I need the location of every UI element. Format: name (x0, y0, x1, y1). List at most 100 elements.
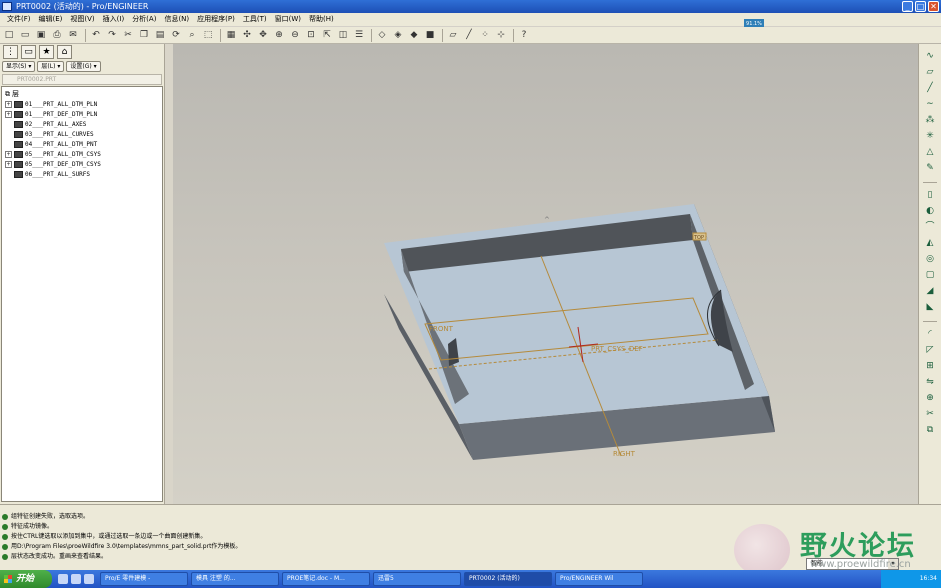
new-icon[interactable]: □ (2, 28, 16, 42)
hidden-line-icon[interactable]: ◈ (391, 28, 405, 42)
refit-icon[interactable]: ⊡ (304, 28, 318, 42)
hole-icon[interactable]: ◎ (924, 253, 937, 266)
layers-icon[interactable]: ☰ (352, 28, 366, 42)
layer-dropdown-button[interactable]: 层(L) ▾ (37, 61, 65, 72)
show-dropdown-button[interactable]: 显示(S) ▾ (2, 61, 36, 72)
menu-analysis[interactable]: 分析(A) (128, 13, 160, 26)
favorites-tab-icon[interactable]: ★ (39, 45, 54, 59)
shell-icon[interactable]: ▢ (924, 269, 937, 282)
open-icon[interactable]: ▭ (18, 28, 32, 42)
tree-item[interactable]: 04___PRT_ALL_DTM_PNT (5, 139, 159, 149)
graphics-viewport[interactable]: PRT_CSYS_DEF FRONT RIGHT TOP ^ (173, 44, 918, 504)
start-button[interactable]: 开始 (0, 570, 52, 588)
chamfer-icon[interactable]: ◸ (924, 344, 937, 357)
find-icon[interactable]: ⌕ (185, 28, 199, 42)
axis-icon[interactable]: ╱ (924, 82, 937, 95)
menu-window[interactable]: 窗口(W) (271, 13, 305, 26)
mirror-icon[interactable]: ⇋ (924, 376, 937, 389)
datum-point-icon[interactable]: ⁘ (478, 28, 492, 42)
menu-view[interactable]: 视图(V) (66, 13, 98, 26)
tree-item[interactable]: 02___PRT_ALL_AXES (5, 119, 159, 129)
sketch-tool-icon[interactable]: ✎ (924, 162, 937, 175)
tree-item[interactable]: 03___PRT_ALL_CURVES (5, 129, 159, 139)
trim-icon[interactable]: ✂ (924, 408, 937, 421)
model-tree-tab-icon[interactable]: ⋮ (3, 45, 18, 59)
menu-edit[interactable]: 编辑(E) (35, 13, 67, 26)
paste-icon[interactable]: ▤ (153, 28, 167, 42)
sweep-icon[interactable]: ⌒ (924, 221, 937, 234)
csys-icon[interactable]: ✳ (924, 130, 937, 143)
select-box-icon[interactable]: ⬚ (201, 28, 215, 42)
tree-item[interactable]: + 01___PRT_DEF_DTM_PLN (5, 109, 159, 119)
expand-icon[interactable]: + (5, 151, 12, 159)
datum-axis-icon[interactable]: ╱ (462, 28, 476, 42)
model-select-field[interactable]: PRT0002.PRT (2, 74, 162, 85)
tree-item[interactable]: 06___PRT_ALL_SURFS (5, 170, 159, 180)
taskbar-task[interactable]: Pro/ENGINEER Wil (555, 572, 643, 586)
tree-item[interactable]: + 05___PRT_ALL_DTM_CSYS (5, 149, 159, 159)
panel-splitter[interactable] (165, 44, 173, 504)
merge-icon[interactable]: ⊕ (924, 392, 937, 405)
rib-icon[interactable]: ◢ (924, 285, 937, 298)
pattern-icon[interactable]: ⊞ (924, 360, 937, 373)
menu-file[interactable]: 文件(F) (3, 13, 35, 26)
orient-icon[interactable]: ✥ (256, 28, 270, 42)
sketch-icon[interactable]: ∿ (924, 50, 937, 63)
settings-dropdown-button[interactable]: 设置(G) ▾ (66, 61, 101, 72)
quick-launch-icon[interactable] (84, 574, 94, 584)
quick-launch-icon[interactable] (58, 574, 68, 584)
quick-launch-icon[interactable] (71, 574, 81, 584)
wireframe-icon[interactable]: ◇ (375, 28, 389, 42)
zoom-out-icon[interactable]: ⊖ (288, 28, 302, 42)
zoom-in-icon[interactable]: ⊕ (272, 28, 286, 42)
offset-icon[interactable]: ⧉ (924, 424, 937, 437)
spin-center-icon[interactable]: ✣ (240, 28, 254, 42)
revolve-icon[interactable]: ◐ (924, 205, 937, 218)
connections-tab-icon[interactable]: ⌂ (57, 45, 72, 59)
minimize-button[interactable]: _ (902, 1, 913, 12)
draft-icon[interactable]: ◣ (924, 301, 937, 314)
taskbar-task[interactable]: 迅雷5 (373, 572, 461, 586)
taskbar-task[interactable]: Pro/E 零件建模 - (100, 572, 188, 586)
copy-icon[interactable]: ❐ (137, 28, 151, 42)
blend-icon[interactable]: ◭ (924, 237, 937, 250)
folder-tab-icon[interactable]: ▭ (21, 45, 36, 59)
save-icon[interactable]: ▣ (34, 28, 48, 42)
plane-icon[interactable]: ▱ (924, 66, 937, 79)
point-icon[interactable]: ⁂ (924, 114, 937, 127)
reorient-icon[interactable]: ⇱ (320, 28, 334, 42)
menu-help[interactable]: 帮助(H) (305, 13, 338, 26)
expand-icon[interactable]: + (5, 100, 12, 108)
tree-item[interactable]: + 01___PRT_ALL_DTM_PLN (5, 99, 159, 109)
tree-root[interactable]: ⧉ 层 (5, 89, 159, 99)
email-icon[interactable]: ✉ (66, 28, 80, 42)
round-icon[interactable]: ◜ (924, 328, 937, 341)
menu-info[interactable]: 信息(N) (160, 13, 193, 26)
expand-icon[interactable]: + (5, 110, 12, 118)
undo-icon[interactable]: ↶ (89, 28, 103, 42)
coord-sys-icon[interactable]: ⊹ (494, 28, 508, 42)
cut-icon[interactable]: ✂ (121, 28, 135, 42)
repaint-icon[interactable]: ▦ (224, 28, 238, 42)
redo-icon[interactable]: ↷ (105, 28, 119, 42)
no-hidden-icon[interactable]: ◆ (407, 28, 421, 42)
menu-insert[interactable]: 插入(I) (99, 13, 129, 26)
regenerate-icon[interactable]: ⟳ (169, 28, 183, 42)
taskbar-task[interactable]: 模具 注塑 的... (191, 572, 279, 586)
print-icon[interactable]: ⎙ (50, 28, 64, 42)
menu-applications[interactable]: 应用程序(P) (193, 13, 239, 26)
maximize-button[interactable]: □ (915, 1, 926, 12)
taskbar-task[interactable]: PROE笔记.doc - M... (282, 572, 370, 586)
curve-icon[interactable]: ∼ (924, 98, 937, 111)
analysis-icon[interactable]: △ (924, 146, 937, 159)
datum-plane-icon[interactable]: ▱ (446, 28, 460, 42)
expand-icon[interactable]: + (5, 161, 12, 169)
extrude-icon[interactable]: ▯ (924, 189, 937, 202)
tree-item[interactable]: + 05___PRT_DEF_DTM_CSYS (5, 160, 159, 170)
saved-views-icon[interactable]: ◫ (336, 28, 350, 42)
close-button[interactable]: ✕ (928, 1, 939, 12)
menu-tools[interactable]: 工具(T) (239, 13, 271, 26)
taskbar-task-active[interactable]: PRT0002 (活动的) (464, 572, 552, 586)
help-icon[interactable]: ? (517, 28, 531, 42)
shading-icon[interactable]: ■ (423, 28, 437, 42)
